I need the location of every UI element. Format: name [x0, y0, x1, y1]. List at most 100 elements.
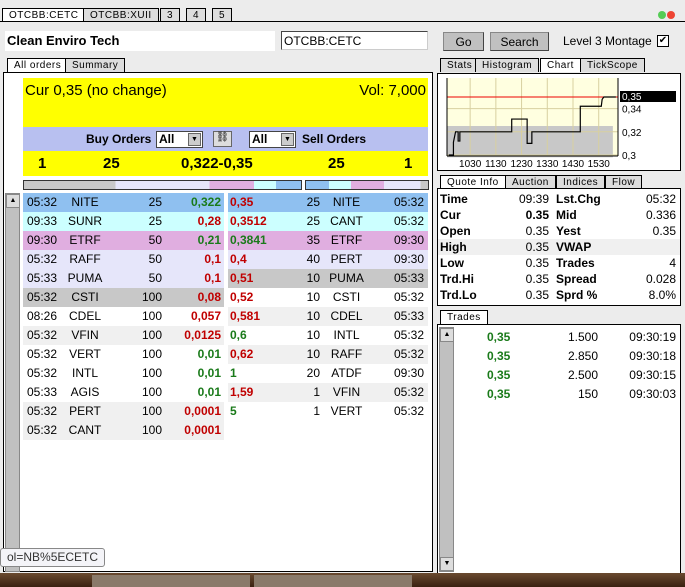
sell-order-row[interactable]: 1 20 ATDF 09:30	[228, 364, 428, 383]
trade-time: 09:30:18	[629, 349, 676, 363]
quote-value: 05:32	[645, 192, 676, 206]
tab-indices[interactable]: Indices	[556, 175, 606, 189]
symbol-input[interactable]	[281, 31, 428, 50]
sell-order-row[interactable]: 1,59 1 VFIN 05:32	[228, 383, 428, 402]
order-time: 05:32	[393, 385, 424, 399]
tab-quote-info[interactable]: Quote Info	[440, 175, 506, 189]
buy-order-row[interactable]: 05:32 CSTI 100 0,08	[23, 288, 224, 307]
tab-stats[interactable]: Stats	[440, 58, 480, 72]
market-maker: NITE	[71, 195, 99, 209]
tab-histogram[interactable]: Histogram	[475, 58, 540, 72]
order-size: 1	[313, 404, 320, 418]
trade-price: 0,35	[487, 368, 511, 382]
chevron-down-icon: ▼	[188, 133, 201, 146]
buy-order-row[interactable]: 05:32 RAFF 50 0,1	[23, 250, 224, 269]
close-icon[interactable]	[667, 11, 675, 19]
order-price: 0,62	[230, 347, 254, 361]
market-maker: ATDF	[331, 366, 362, 380]
sell-order-row[interactable]: 0,62 10 RAFF 05:32	[228, 345, 428, 364]
sell-orders-label: Sell Orders	[302, 132, 367, 146]
order-size: 100	[141, 347, 162, 361]
market-maker: NITE	[332, 195, 361, 209]
level3-checkbox[interactable]: ✔	[657, 35, 669, 47]
taskbar-item[interactable]	[254, 575, 412, 587]
order-time: 05:32	[393, 214, 424, 228]
tab-all-orders[interactable]: All orders	[7, 58, 69, 72]
market-maker: PUMA	[329, 271, 364, 285]
current-price: Cur 0,35 (no change)	[25, 82, 167, 99]
buy-order-row[interactable]: 09:30 ETRF 50 0,21	[23, 231, 224, 250]
quote-value: 0.35	[525, 208, 549, 222]
tab-chart[interactable]: Chart	[540, 58, 581, 72]
link-icon[interactable]: ⛓	[213, 131, 232, 147]
sell-order-row[interactable]: 0,4 40 PERT 09:30	[228, 250, 428, 269]
order-size: 50	[148, 271, 162, 285]
quote-label: Time	[440, 192, 468, 206]
tab-summary[interactable]: Summary	[65, 58, 126, 72]
quote-row: Open 0.35 Yest 0.35	[438, 223, 680, 239]
order-price: 0,21	[197, 233, 221, 247]
level3-label: Level 3 Montage	[563, 34, 652, 48]
buy-order-row[interactable]: 05:32 VFIN 100 0,0125	[23, 326, 224, 345]
buy-order-row[interactable]: 08:26 CDEL 100 0,057	[23, 307, 224, 326]
buy-order-row[interactable]: 09:33 SUNR 25 0,28	[23, 212, 224, 231]
sell-filter-select[interactable]: All ▼	[249, 131, 296, 148]
market-maker: VERT	[69, 347, 101, 361]
sell-order-row[interactable]: 0,3841 35 ETRF 09:30	[228, 231, 428, 250]
order-size: 100	[141, 366, 162, 380]
order-time: 05:32	[393, 347, 424, 361]
window-tab-2[interactable]: 3	[160, 8, 181, 22]
sell-order-row[interactable]: 0,6 10 INTL 05:32	[228, 326, 428, 345]
sell-order-row[interactable]: 0,3512 25 CANT 05:32	[228, 212, 428, 231]
quote-label: Lst.Chg	[556, 192, 601, 206]
restore-icon[interactable]	[658, 11, 666, 19]
window-tab-0[interactable]: OTCBB:CETC	[2, 8, 86, 22]
order-time: 05:32	[27, 290, 58, 304]
taskbar-item[interactable]	[92, 575, 250, 587]
buy-order-row[interactable]: 05:32 INTL 100 0,01	[23, 364, 224, 383]
buy-order-row[interactable]: 05:32 VERT 100 0,01	[23, 345, 224, 364]
scroll-up-icon[interactable]: ▲	[6, 194, 20, 208]
buy-order-row[interactable]: 05:32 NITE 25 0,322	[23, 193, 224, 212]
buy-filter-select[interactable]: All ▼	[156, 131, 203, 148]
window-tab-4[interactable]: 5	[212, 8, 233, 22]
sell-order-row[interactable]: 0,51 10 PUMA 05:33	[228, 269, 428, 288]
orders-scrollbar[interactable]: ▲	[5, 193, 20, 572]
buy-order-row[interactable]: 05:32 CANT 100 0,0001	[23, 421, 224, 440]
tab-flow[interactable]: Flow	[605, 175, 643, 189]
search-button[interactable]: Search	[490, 32, 549, 51]
trade-size: 150	[577, 387, 598, 401]
tab-tickscope[interactable]: TickScope	[580, 58, 645, 72]
window-tab-1[interactable]: OTCBB:XUII	[83, 8, 159, 22]
order-time: 05:33	[393, 271, 424, 285]
order-price: 0,0001	[184, 404, 221, 418]
order-price: 1,59	[230, 385, 254, 399]
order-time: 05:32	[393, 404, 424, 418]
order-time: 05:32	[393, 328, 424, 342]
buy-order-row[interactable]: 05:33 PUMA 50 0,1	[23, 269, 224, 288]
order-size: 50	[148, 252, 162, 266]
market-maker: CANT	[330, 214, 363, 228]
sell-order-row[interactable]: 0,581 10 CDEL 05:33	[228, 307, 428, 326]
order-price: 0,0125	[184, 328, 221, 342]
taskbar	[0, 573, 685, 587]
sell-order-row[interactable]: 5 1 VERT 05:32	[228, 402, 428, 421]
buy-order-row[interactable]: 05:32 PERT 100 0,0001	[23, 402, 224, 421]
buy-order-row[interactable]: 05:33 AGIS 100 0,01	[23, 383, 224, 402]
order-time: 05:32	[393, 290, 424, 304]
quote-value: 4	[669, 256, 676, 270]
tab-trades[interactable]: Trades	[440, 310, 488, 324]
quote-row: Low 0.35 Trades 4	[438, 255, 680, 271]
scroll-up-icon[interactable]: ▲	[440, 328, 454, 342]
tab-auction[interactable]: Auction	[505, 175, 556, 189]
go-button[interactable]: Go	[443, 32, 484, 51]
sell-order-row[interactable]: 0,52 10 CSTI 05:32	[228, 288, 428, 307]
trades-scrollbar[interactable]: ▲ ▼	[439, 327, 454, 572]
x-tick-label: 1230	[510, 159, 533, 170]
quote-row: Time 09:39 Lst.Chg 05:32	[438, 191, 680, 207]
market-maker: RAFF	[330, 347, 363, 361]
buy-filter-value: All	[159, 132, 175, 146]
sell-order-row[interactable]: 0,35 25 NITE 05:32	[228, 193, 428, 212]
window-tab-3[interactable]: 4	[186, 8, 207, 22]
scroll-down-icon[interactable]: ▼	[440, 557, 454, 571]
